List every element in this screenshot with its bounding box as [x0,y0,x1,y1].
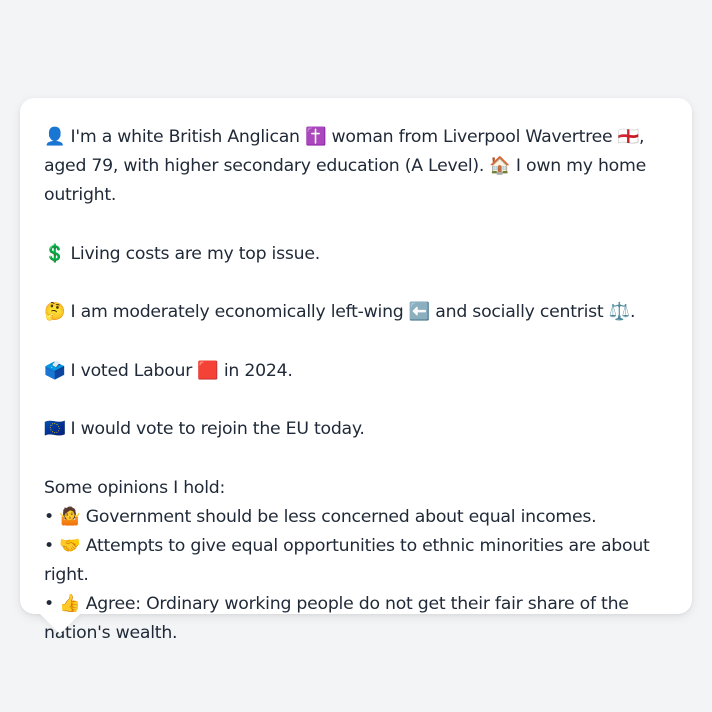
opinion-item: • 🤷 Government should be less concerned … [44,503,672,532]
shrug-icon: 🤷 [59,506,81,527]
top-issue-text: Living costs are my top issue. [65,243,321,264]
eu-paragraph: 🇪🇺 I would vote to rejoin the EU today. [44,415,672,444]
house-icon: 🏠 [489,156,511,176]
vote-paragraph: 🗳️ I voted Labour 🟥 in 2024. [44,357,672,386]
opinion-text: Agree: Ordinary working people do not ge… [44,593,629,643]
dollar-icon: 💲 [44,243,66,264]
ideology-text-3: . [629,302,636,322]
opinion-item: • 🤝 Attempts to give equal opportunities… [44,532,672,590]
scales-icon: ⚖️ [608,302,631,322]
profile-text-1: I'm a white British Anglican [65,127,305,147]
cross-icon: ✝️ [305,127,327,147]
top-issue-paragraph: 💲 Living costs are my top issue. [44,240,672,269]
red-square-icon: 🟥 [197,360,219,381]
bullet-marker: • [44,593,54,614]
ideology-paragraph: 🤔 I am moderately economically left-wing… [44,298,672,327]
eu-text: I would vote to rejoin the EU today. [65,419,365,439]
profile-paragraph: 👤 I'm a white British Anglican ✝️ woman … [44,123,672,210]
ballot-box-icon: 🗳️ [44,360,66,381]
england-flag-icon: 🏴󠁧󠁢󠁥󠁮󠁧󠁿 [617,127,640,147]
speech-bubble-tail [38,612,82,634]
ideology-text-2: and socially centrist [430,302,609,322]
left-arrow-icon: ⬅️ [408,302,431,322]
person-icon: 👤 [44,127,66,147]
bullet-marker: • [44,506,54,527]
persona-speech-bubble: 👤 I'm a white British Anglican ✝️ woman … [20,98,692,643]
opinions-heading: Some opinions I hold: [44,477,226,498]
profile-text-2: woman from Liverpool Wavertree [326,127,618,147]
eu-flag-icon: 🇪🇺 [44,419,66,439]
opinion-text: Government should be less concerned abou… [80,506,597,527]
opinion-text: Attempts to give equal opportunities to … [44,535,650,585]
vote-text-1: I voted Labour [65,360,198,381]
thinking-face-icon: 🤔 [44,302,66,322]
opinion-item: • 👍 Agree: Ordinary working people do no… [44,590,672,648]
ideology-text-1: I am moderately economically left-wing [65,302,409,322]
bullet-marker: • [44,535,54,556]
vote-text-2: in 2024. [218,360,293,381]
handshake-icon: 🤝 [59,535,81,556]
